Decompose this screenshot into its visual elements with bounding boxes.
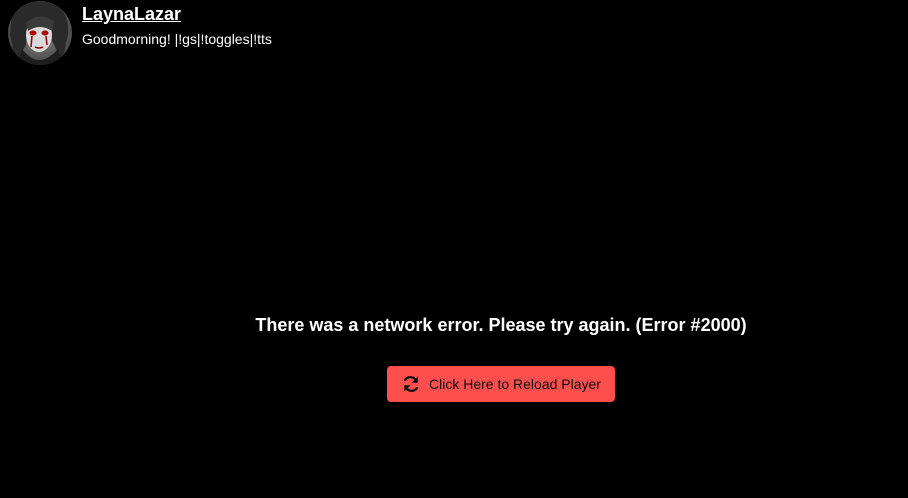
video-player: LaynaLazar Goodmorning! |!gs|!toggles|!t… [0, 0, 908, 498]
channel-name-link[interactable]: LaynaLazar [82, 3, 181, 25]
reload-player-button[interactable]: Click Here to Reload Player [387, 366, 615, 402]
error-message: There was a network error. Please try ag… [255, 315, 747, 335]
avatar[interactable] [8, 1, 72, 65]
channel-info: LaynaLazar Goodmorning! |!gs|!toggles|!t… [82, 1, 272, 48]
refresh-icon [401, 374, 421, 394]
reload-button-label: Click Here to Reload Player [429, 376, 601, 392]
avatar-image [8, 1, 72, 65]
channel-header: LaynaLazar Goodmorning! |!gs|!toggles|!t… [8, 1, 272, 65]
stream-title: Goodmorning! |!gs|!toggles|!tts [82, 31, 272, 47]
